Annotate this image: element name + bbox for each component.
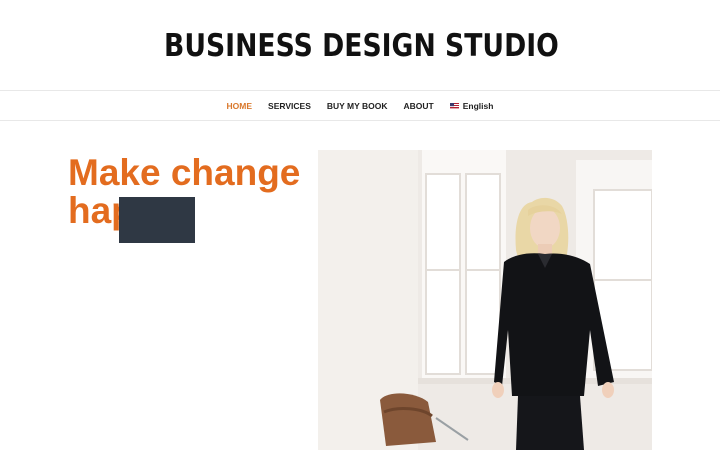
site-header: BUSINESS DESIGN STUDIO [0,0,720,90]
main-navigation: HOME SERVICES BUY MY BOOK ABOUT English [0,90,720,121]
portrait-photo-illustration [318,150,652,450]
language-switcher[interactable]: English [449,100,494,111]
site-logo[interactable]: BUSINESS DESIGN STUDIO [150,24,570,68]
nav-buy-my-book[interactable]: BUY MY BOOK [327,101,388,111]
brand-name: BUSINESS DESIGN STUDIO [164,28,559,64]
redaction-block [119,197,195,243]
hero-title-line-1: Make change [68,152,301,193]
nav-home[interactable]: HOME [227,101,253,111]
nav-services[interactable]: SERVICES [268,101,311,111]
language-label: English [462,100,494,111]
nav-about[interactable]: ABOUT [404,101,434,111]
us-flag-icon [449,102,459,109]
hero-photo [318,150,652,450]
